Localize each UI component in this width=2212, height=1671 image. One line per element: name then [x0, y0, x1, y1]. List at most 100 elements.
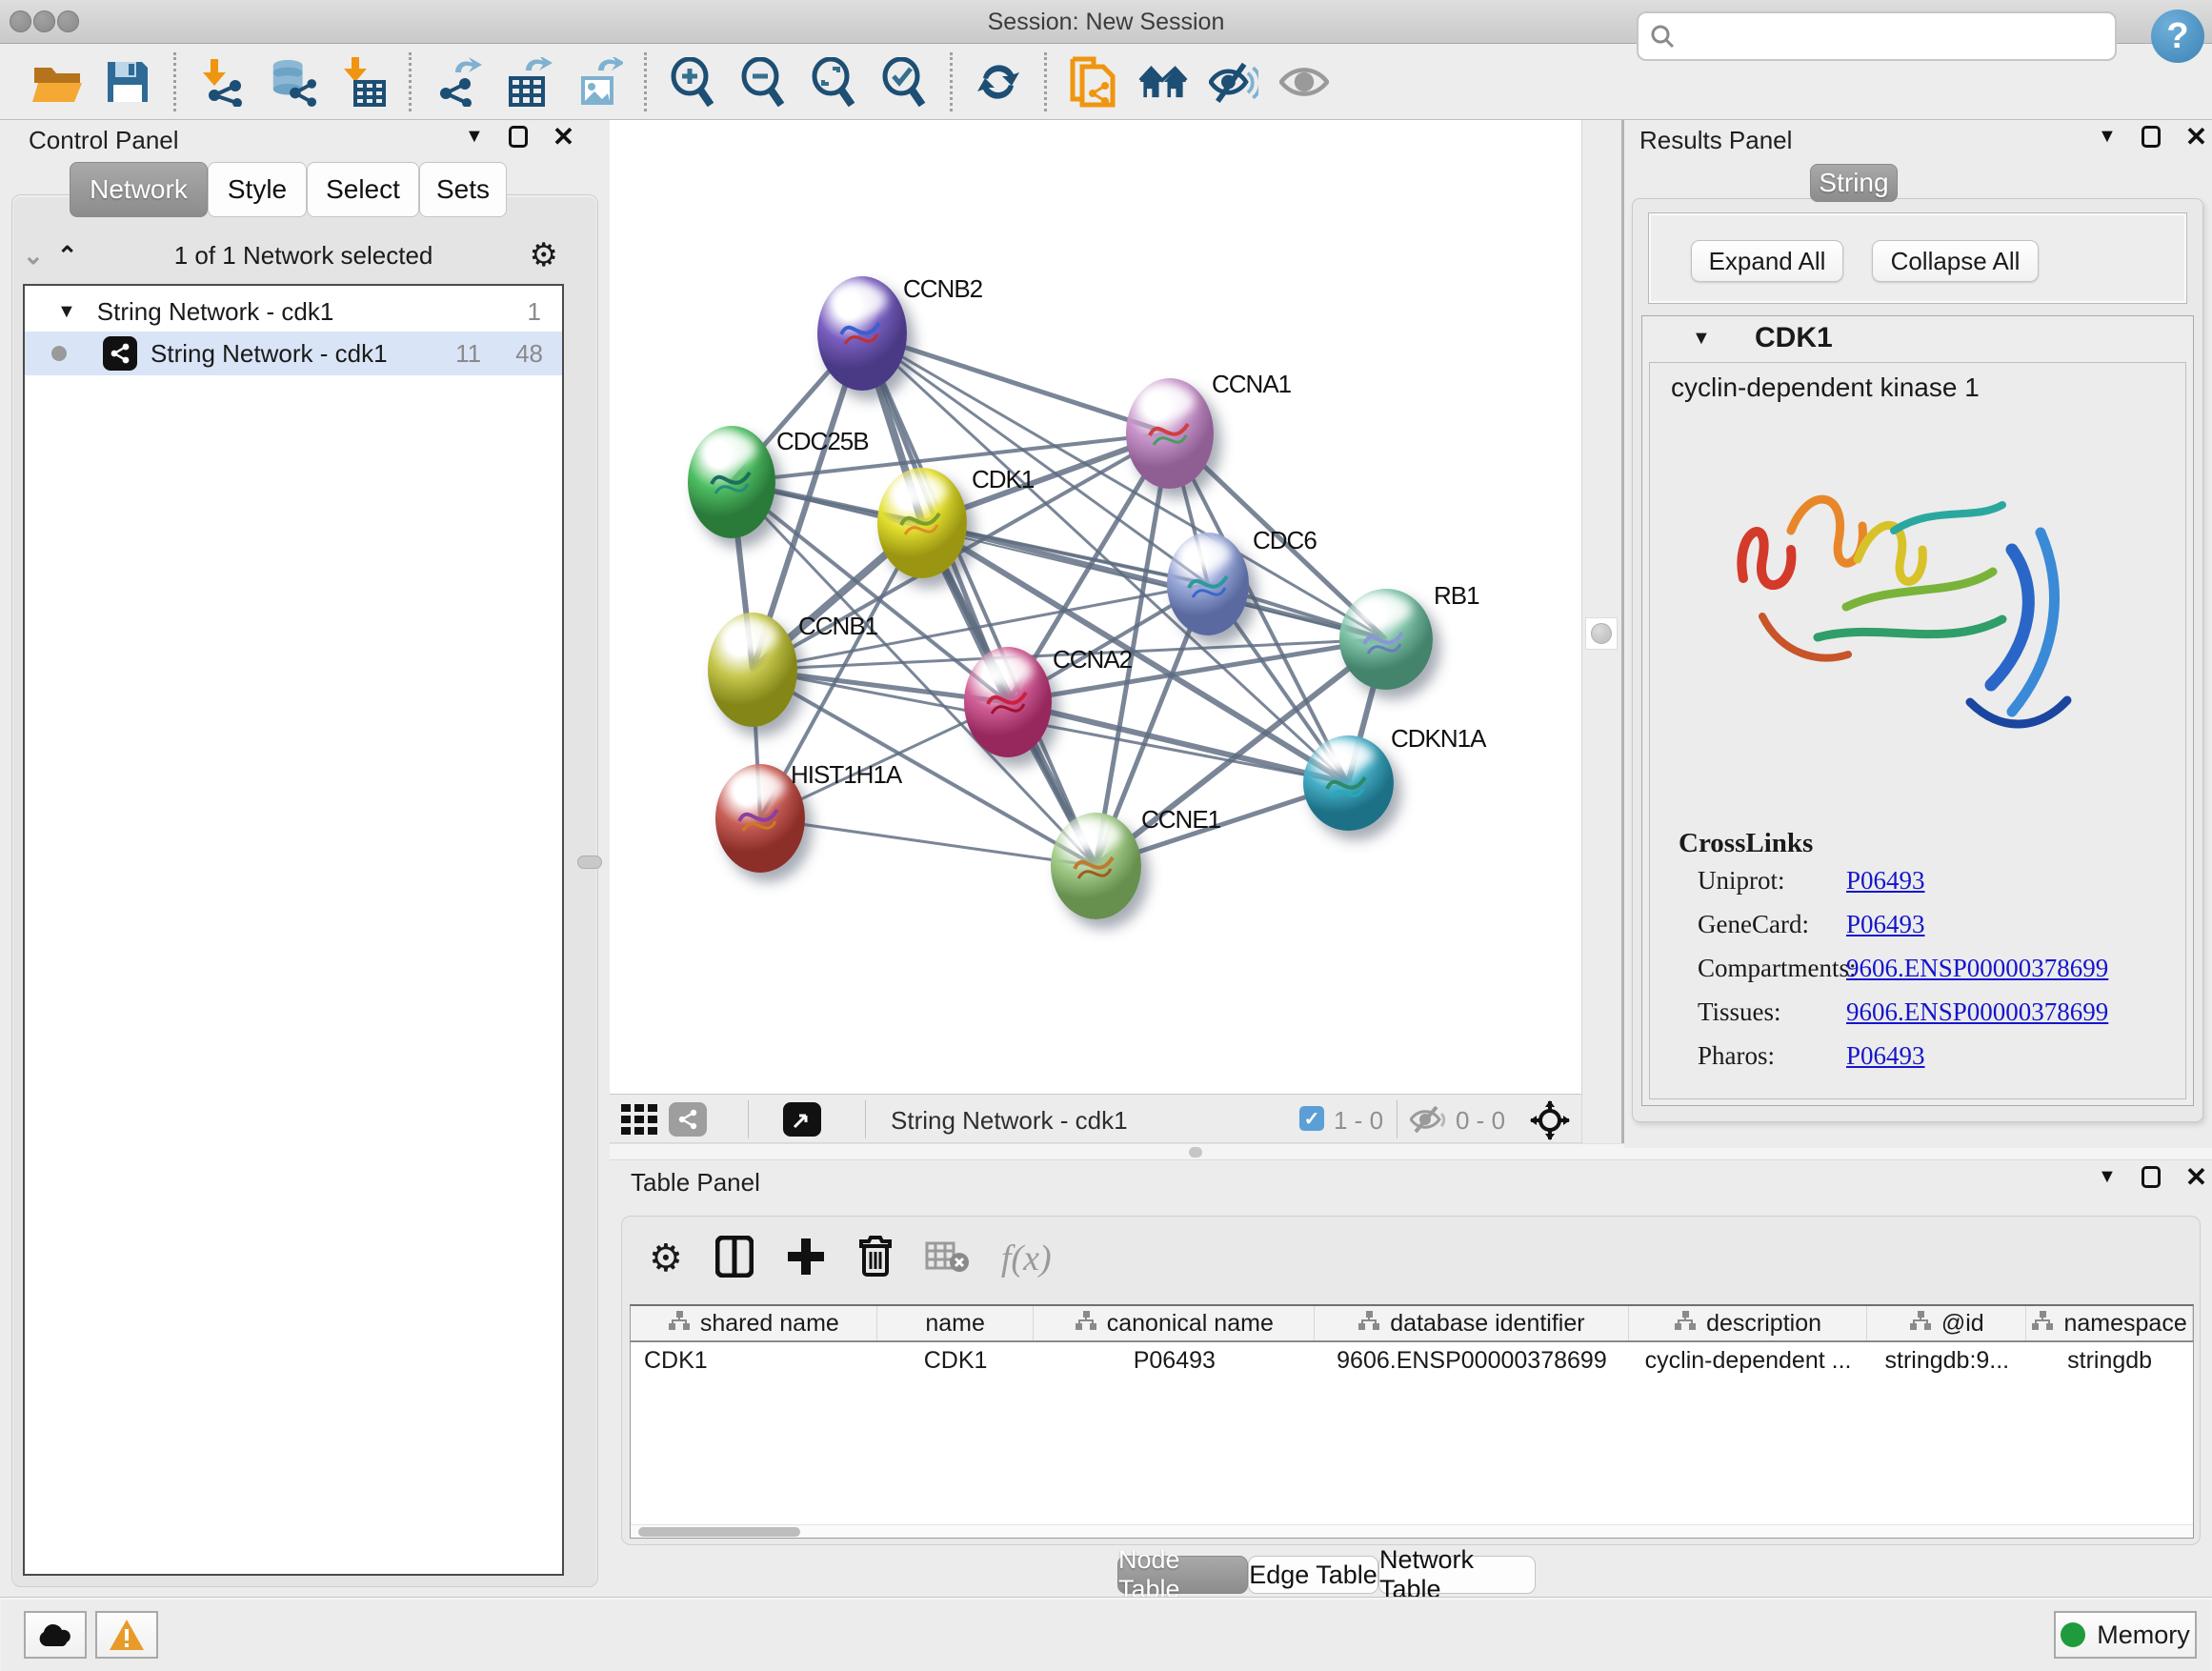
panel-splitter-right[interactable] — [1581, 120, 1621, 1143]
birds-eye-view-icon[interactable] — [783, 1102, 821, 1137]
node-table[interactable]: shared namenamecanonical namedatabase id… — [630, 1304, 2194, 1539]
column-header-description[interactable]: description — [1629, 1306, 1868, 1340]
close-panel-icon[interactable]: ✕ — [2185, 126, 2207, 148]
column-header-canonical-name[interactable]: canonical name — [1034, 1306, 1315, 1340]
table-options-gear-icon[interactable]: ⚙ — [649, 1237, 683, 1280]
hidden-elements-eye-icon[interactable] — [1410, 1106, 1446, 1137]
export-network-icon[interactable] — [432, 57, 482, 107]
selected-nodes-checkbox-icon[interactable]: ✓ — [1299, 1106, 1324, 1131]
tab-node-table[interactable]: Node Table — [1117, 1556, 1248, 1594]
table-cell[interactable]: stringdb:9... — [1867, 1342, 2026, 1379]
network-view-share-icon[interactable] — [669, 1102, 707, 1137]
collapse-panel-icon[interactable]: ▼ — [2098, 126, 2117, 148]
zoom-fit-icon[interactable] — [809, 57, 858, 107]
network-node-ccnb1[interactable] — [708, 613, 797, 727]
tree-expander-icon[interactable]: ▼ — [57, 301, 76, 323]
network-node-cdk1[interactable] — [877, 468, 967, 578]
scrollbar-thumb[interactable] — [638, 1527, 800, 1537]
network-node-ccne1[interactable] — [1051, 813, 1141, 919]
network-options-gear-icon[interactable]: ⚙ — [530, 236, 558, 274]
table-cell[interactable]: CDK1 — [631, 1342, 877, 1379]
column-header-name[interactable]: name — [877, 1306, 1035, 1340]
table-cell[interactable]: CDK1 — [877, 1342, 1035, 1379]
tab-network-table[interactable]: Network Table — [1378, 1556, 1536, 1594]
network-node-ccnb2[interactable] — [817, 276, 907, 391]
network-row[interactable]: String Network - cdk1 11 48 — [25, 332, 562, 375]
column-header-shared-name[interactable]: shared name — [631, 1306, 877, 1340]
table-horizontal-scrollbar[interactable] — [631, 1524, 2193, 1538]
zoom-in-icon[interactable] — [668, 57, 717, 107]
float-panel-icon[interactable] — [509, 126, 528, 148]
tab-style[interactable]: Style — [208, 162, 307, 217]
collapse-all-button[interactable]: Collapse All — [1872, 240, 2039, 282]
close-panel-icon[interactable]: ✕ — [553, 126, 574, 148]
fit-selected-crosshair-icon[interactable] — [1530, 1100, 1570, 1145]
network-node-cdkn1a[interactable] — [1303, 735, 1394, 831]
open-session-icon[interactable] — [32, 57, 82, 107]
panel-splitter-left-handle[interactable] — [577, 856, 602, 869]
network-edge[interactable] — [1008, 702, 1348, 783]
delete-column-trash-icon[interactable] — [858, 1236, 893, 1282]
crosslink-value-link[interactable]: 9606.ENSP00000378699 — [1846, 954, 2108, 983]
cloud-button[interactable] — [24, 1611, 87, 1659]
import-network-database-icon[interactable] — [268, 57, 317, 107]
delete-table-icon[interactable] — [925, 1239, 969, 1278]
save-session-icon[interactable] — [103, 57, 152, 107]
add-column-icon[interactable] — [786, 1237, 826, 1281]
column-header-database-identifier[interactable]: database identifier — [1315, 1306, 1629, 1340]
export-image-icon[interactable] — [573, 57, 623, 107]
zoom-out-icon[interactable] — [738, 57, 788, 107]
network-edge[interactable] — [862, 333, 1170, 433]
show-hidden-eye-icon[interactable] — [1279, 57, 1329, 107]
close-panel-icon[interactable]: ✕ — [2185, 1166, 2207, 1188]
memory-button[interactable]: Memory — [2054, 1611, 2197, 1659]
tab-select[interactable]: Select — [307, 162, 419, 217]
first-neighbors-icon[interactable] — [1138, 57, 1188, 107]
network-node-ccna1[interactable] — [1126, 378, 1214, 489]
duplicate-network-icon[interactable] — [1068, 57, 1117, 107]
network-canvas[interactable]: CCNB2CCNA1CDC25BCDK1CDC6RB1CCNB1CCNA2CDK… — [610, 120, 1581, 1094]
search-box[interactable] — [1637, 11, 2117, 61]
network-collection-row[interactable]: ▼ String Network - cdk1 1 — [25, 292, 562, 332]
network-node-ccna2[interactable] — [964, 647, 1052, 757]
network-node-rb1[interactable] — [1339, 589, 1433, 690]
table-cell[interactable]: cyclin-dependent ... — [1629, 1342, 1868, 1379]
show-columns-icon[interactable] — [715, 1236, 754, 1282]
table-cell[interactable]: stringdb — [2026, 1342, 2193, 1379]
crosslink-value-link[interactable]: P06493 — [1846, 910, 1925, 939]
crosslink-value-link[interactable]: 9606.ENSP00000378699 — [1846, 997, 2108, 1027]
network-node-cdc6[interactable] — [1167, 533, 1249, 635]
expand-all-networks-icon[interactable]: ⌃ — [57, 241, 78, 271]
tab-string[interactable]: String — [1810, 164, 1898, 202]
help-button[interactable]: ? — [2151, 10, 2204, 63]
collapse-all-networks-icon[interactable]: ⌄ — [23, 241, 44, 271]
zoom-selected-icon[interactable] — [879, 57, 929, 107]
float-panel-icon[interactable] — [2142, 1166, 2161, 1188]
column-header-namespace[interactable]: namespace — [2026, 1306, 2193, 1340]
entry-expander-icon[interactable]: ▼ — [1692, 328, 1711, 350]
tab-edge-table[interactable]: Edge Table — [1248, 1556, 1378, 1594]
import-network-file-icon[interactable] — [197, 57, 247, 107]
import-table-icon[interactable] — [338, 57, 388, 107]
search-input[interactable] — [1675, 23, 2084, 50]
collapse-panel-icon[interactable]: ▼ — [465, 126, 484, 148]
crosslink-value-link[interactable]: P06493 — [1846, 1041, 1925, 1071]
table-cell[interactable]: 9606.ENSP00000378699 — [1315, 1342, 1629, 1379]
warnings-button[interactable] — [95, 1611, 158, 1659]
tab-network[interactable]: Network — [70, 162, 208, 217]
table-cell[interactable]: P06493 — [1035, 1342, 1316, 1379]
collapse-panel-icon[interactable]: ▼ — [2098, 1166, 2117, 1188]
apply-function-icon[interactable]: f(x) — [1001, 1238, 1052, 1279]
expand-all-button[interactable]: Expand All — [1691, 240, 1843, 282]
hide-selected-eye-icon[interactable] — [1209, 57, 1258, 107]
tab-sets[interactable]: Sets — [419, 162, 507, 217]
refresh-icon[interactable] — [974, 57, 1023, 107]
float-panel-icon[interactable] — [2142, 126, 2161, 148]
export-table-icon[interactable] — [503, 57, 553, 107]
network-edge[interactable] — [760, 818, 1096, 866]
crosslink-value-link[interactable]: P06493 — [1846, 866, 1925, 896]
splitter-handle-icon[interactable] — [1585, 617, 1618, 650]
column-header--id[interactable]: @id — [1867, 1306, 2026, 1340]
grid-view-icon[interactable] — [621, 1104, 659, 1139]
network-node-cdc25b[interactable] — [688, 426, 775, 538]
